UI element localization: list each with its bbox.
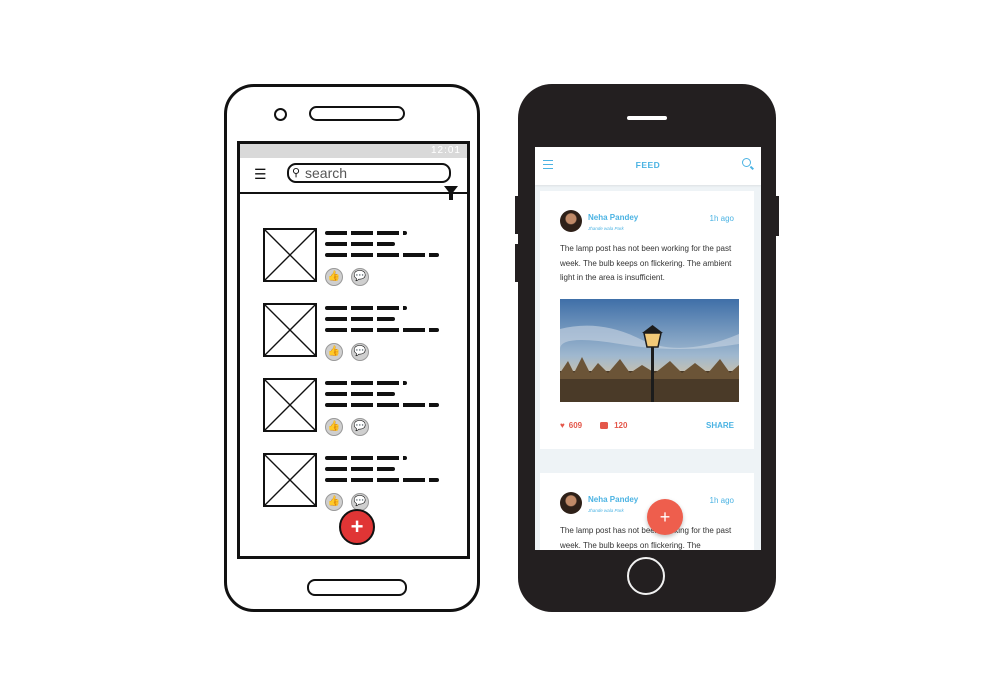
post-time: 1h ago <box>709 214 734 223</box>
placeholder-text <box>325 456 439 489</box>
volume-down-button <box>515 244 519 282</box>
post-location: Jhande wala Park <box>588 508 624 513</box>
image-placeholder <box>263 228 317 282</box>
comment-count: 120 <box>614 421 628 430</box>
like-icon[interactable]: 👍 <box>325 268 343 286</box>
post-actions: ♥ 609 120 SHARE <box>560 421 734 430</box>
post-time: 1h ago <box>709 496 734 505</box>
author-name[interactable]: Neha Pandey <box>588 495 638 504</box>
app-screen: FEED Neha Pandey Jhande wala Park 1h ago… <box>535 147 761 550</box>
camera-icon <box>274 108 287 121</box>
like-icon[interactable]: 👍 <box>325 493 343 511</box>
list-item[interactable]: 👍 💬 <box>263 453 453 513</box>
like-icon[interactable]: 👍 <box>325 418 343 436</box>
comment-icon[interactable]: 💬 <box>351 343 369 361</box>
wireframe-screen: 12:01 ☰ ⚲ search 👍 💬 👍 💬 👍 💬 👍 💬 + <box>237 141 470 559</box>
search-placeholder: search <box>305 165 348 181</box>
status-time: 12:01 <box>430 145 461 156</box>
search-icon: ⚲ <box>292 167 301 179</box>
list-item[interactable]: 👍 💬 <box>263 228 453 288</box>
list-item[interactable]: 👍 💬 <box>263 378 453 438</box>
filter-icon[interactable] <box>444 186 458 200</box>
hamburger-menu-icon[interactable]: ☰ <box>254 167 267 181</box>
post-location: Jhande wala Park <box>588 226 624 231</box>
avatar[interactable] <box>560 492 582 514</box>
status-bar: 12:01 <box>240 144 467 158</box>
power-button <box>775 196 779 236</box>
page-title: FEED <box>635 160 661 170</box>
home-button[interactable] <box>627 557 665 595</box>
search-icon[interactable] <box>742 158 751 167</box>
add-fab-button[interactable]: + <box>647 499 683 535</box>
wireframe-header: ☰ ⚲ search <box>240 158 467 194</box>
share-button[interactable]: SHARE <box>706 421 734 430</box>
comment-icon[interactable]: 💬 <box>351 268 369 286</box>
author-name[interactable]: Neha Pandey <box>588 213 638 222</box>
placeholder-text <box>325 231 439 264</box>
speaker-grille <box>627 116 667 120</box>
add-fab-button[interactable]: + <box>339 509 375 545</box>
home-button[interactable] <box>307 579 407 596</box>
comment-icon[interactable] <box>600 422 609 429</box>
avatar[interactable] <box>560 210 582 232</box>
image-placeholder <box>263 303 317 357</box>
feed-card: Neha Pandey Jhande wala Park 1h ago The … <box>540 191 754 449</box>
placeholder-text <box>325 381 439 414</box>
image-placeholder <box>263 378 317 432</box>
heart-icon[interactable]: ♥ <box>560 421 565 430</box>
wireframe-phone: 12:01 ☰ ⚲ search 👍 💬 👍 💬 👍 💬 👍 💬 + <box>224 84 480 612</box>
post-text: The lamp post has not been working for t… <box>560 526 732 550</box>
comment-icon[interactable]: 💬 <box>351 418 369 436</box>
like-count: 609 <box>568 421 583 430</box>
post-text: The lamp post has not been working for t… <box>560 244 732 282</box>
search-input[interactable]: ⚲ search <box>287 163 451 183</box>
image-placeholder <box>263 453 317 507</box>
placeholder-text <box>325 306 439 339</box>
speaker-grille <box>309 106 405 121</box>
post-image[interactable] <box>560 299 739 402</box>
app-header: FEED <box>535 147 761 185</box>
app-phone: FEED Neha Pandey Jhande wala Park 1h ago… <box>515 84 779 612</box>
volume-up-button <box>515 196 519 234</box>
list-item[interactable]: 👍 💬 <box>263 303 453 363</box>
like-icon[interactable]: 👍 <box>325 343 343 361</box>
